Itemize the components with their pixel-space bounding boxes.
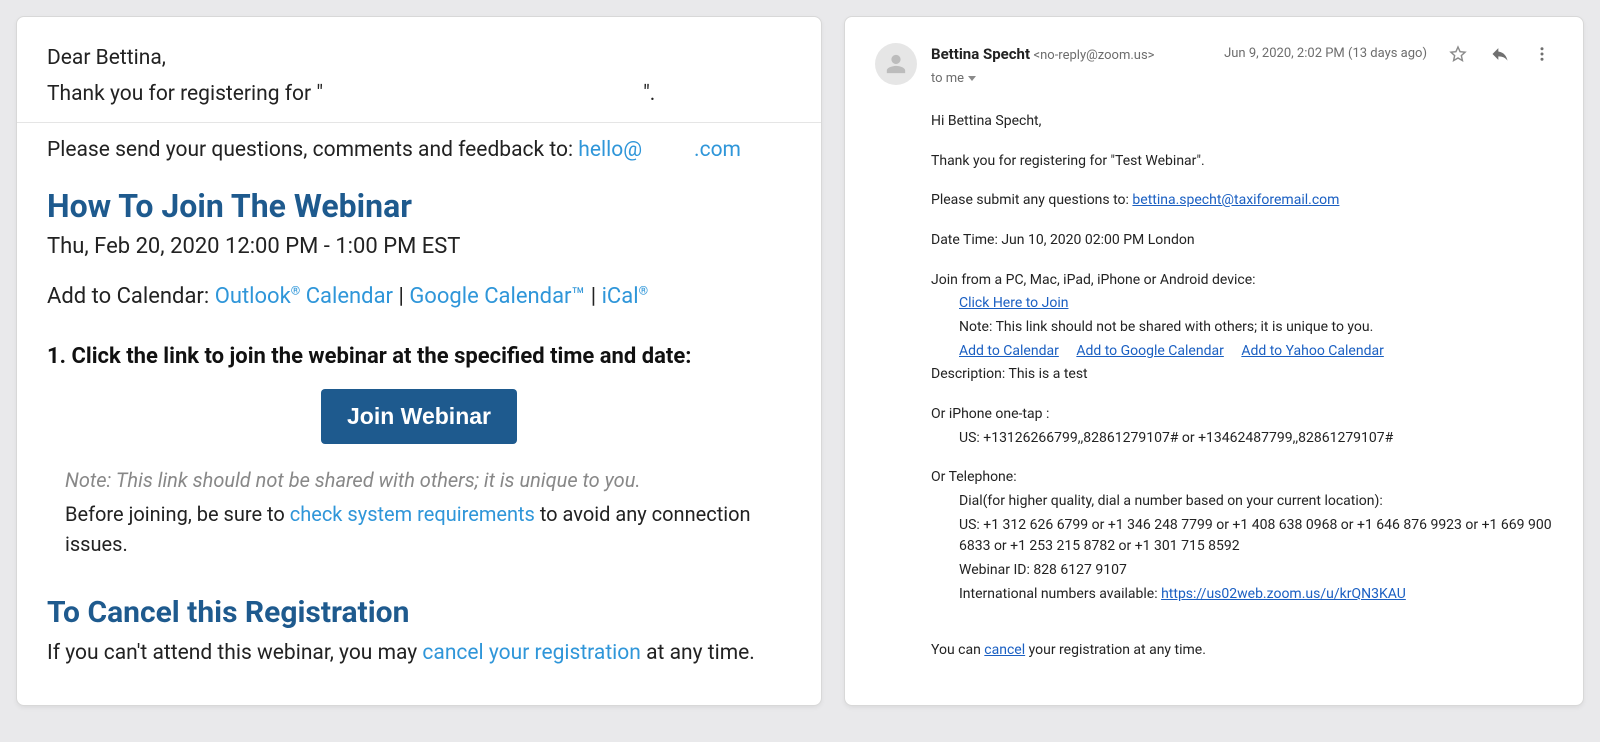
sender-name: Bettina Specht — [931, 45, 1030, 63]
reply-icon — [1490, 44, 1510, 64]
body-unique-note: Note: This link should not be shared wit… — [959, 317, 1553, 339]
body-questions-line: Please submit any questions to: bettina.… — [931, 190, 1553, 212]
questions-email-link[interactable]: bettina.specht@taxiforemail.com — [1132, 192, 1339, 208]
google-calendar-link[interactable]: Google Calendar™ — [409, 284, 585, 309]
intl-label: International numbers available: — [959, 586, 1161, 602]
feedback-email-link[interactable]: hello@.com — [578, 138, 741, 162]
click-here-to-join-link[interactable]: Click Here to Join — [959, 295, 1068, 311]
iphone-onetap-label: Or iPhone one-tap : — [931, 404, 1553, 426]
body-thank-you: Thank you for registering for "Test Webi… — [931, 151, 1553, 173]
thank-you-prefix: Thank you for registering for " — [47, 82, 323, 106]
more-vert-icon — [1533, 45, 1551, 63]
thank-you-line: Thank you for registering for " ". — [47, 79, 791, 109]
telephone-numbers: US: +1 312 626 6799 or +1 346 248 7799 o… — [959, 515, 1553, 558]
join-webinar-button[interactable]: Join Webinar — [321, 389, 517, 444]
webinar-confirmation-email: Dear Bettina, Thank you for registering … — [16, 16, 822, 706]
before-prefix: Before joining, be sure to — [65, 502, 290, 526]
feedback-label: Please send your questions, comments and… — [47, 138, 578, 162]
cancel-suffix: at any time. — [641, 641, 755, 665]
telephone-dial-note: Dial(for higher quality, dial a number b… — [959, 491, 1553, 513]
body-description: Description: This is a test — [931, 364, 1553, 386]
chevron-down-icon — [968, 76, 976, 81]
add-to-yahoo-calendar-link[interactable]: Add to Yahoo Calendar — [1241, 343, 1384, 359]
questions-label: Please submit any questions to: — [931, 192, 1132, 208]
greeting: Dear Bettina, — [47, 43, 791, 73]
body-datetime: Date Time: Jun 10, 2020 02:00 PM London — [931, 230, 1553, 252]
reply-button[interactable] — [1489, 43, 1511, 65]
gmail-header: Bettina Specht <no-reply@zoom.us> to me … — [875, 43, 1553, 89]
avatar[interactable] — [875, 43, 917, 85]
cancel-registration-link[interactable]: cancel your registration — [422, 641, 640, 665]
international-numbers-line: International numbers available: https:/… — [959, 584, 1553, 606]
section-how-to-join-title: How To Join The Webinar — [47, 187, 791, 225]
webinar-datetime: Thu, Feb 20, 2020 12:00 PM - 1:00 PM EST — [47, 231, 791, 263]
gmail-body: Hi Bettina Specht, Thank you for registe… — [931, 111, 1553, 661]
cancel-registration-line: If you can't attend this webinar, you ma… — [47, 638, 791, 668]
join-from-label: Join from a PC, Mac, iPad, iPhone or And… — [931, 270, 1553, 292]
sender-address: <no-reply@zoom.us> — [1034, 48, 1155, 63]
system-requirements-link[interactable]: check system requirements — [290, 502, 535, 526]
cancel-prefix: If you can't attend this webinar, you ma… — [47, 641, 422, 665]
telephone-label: Or Telephone: — [931, 467, 1553, 489]
more-button[interactable] — [1531, 43, 1553, 65]
message-date: Jun 9, 2020, 2:02 PM (13 days ago) — [1224, 44, 1427, 64]
thank-you-suffix: ". — [643, 82, 655, 106]
cancel-link[interactable]: cancel — [984, 642, 1025, 658]
iphone-onetap-numbers: US: +13126266799,,82861279107# or +13462… — [959, 428, 1553, 450]
add-to-google-calendar-link[interactable]: Add to Google Calendar — [1076, 343, 1224, 359]
cal-sep-1: | — [393, 284, 409, 309]
gmail-message: Bettina Specht <no-reply@zoom.us> to me … — [844, 16, 1584, 706]
body-greeting: Hi Bettina Specht, — [931, 111, 1553, 133]
feedback-line: Please send your questions, comments and… — [47, 135, 791, 165]
to-line[interactable]: to me — [931, 69, 1224, 89]
webinar-id: Webinar ID: 828 6127 9107 — [959, 560, 1553, 582]
cancel-line: You can cancel your registration at any … — [931, 640, 1553, 662]
step-1-label: 1. Click the link to join the webinar at… — [47, 341, 791, 373]
cancel-prefix: You can — [931, 642, 984, 658]
star-button[interactable] — [1447, 43, 1469, 65]
calendar-links-row: Add to Calendar Add to Google Calendar A… — [959, 341, 1553, 363]
cancel-suffix: your registration at any time. — [1025, 642, 1206, 658]
before-joining-line: Before joining, be sure to check system … — [65, 499, 791, 559]
to-label: to me — [931, 69, 964, 89]
divider — [17, 122, 821, 123]
unique-link-note: Note: This link should not be shared wit… — [65, 466, 791, 495]
international-numbers-link[interactable]: https://us02web.zoom.us/u/krQN3KAU — [1161, 586, 1406, 602]
add-to-calendar-link[interactable]: Add to Calendar — [959, 343, 1059, 359]
star-icon — [1448, 44, 1468, 64]
section-cancel-title: To Cancel this Registration — [47, 595, 791, 630]
add-to-calendar-line: Add to Calendar: Outlook® Calendar | Goo… — [47, 281, 791, 313]
person-icon — [885, 53, 907, 75]
cal-sep-2: | — [585, 284, 601, 309]
ical-link[interactable]: iCal® — [602, 284, 649, 309]
add-to-calendar-label: Add to Calendar: — [47, 284, 215, 309]
outlook-calendar-link[interactable]: Outlook® Calendar — [215, 284, 393, 309]
